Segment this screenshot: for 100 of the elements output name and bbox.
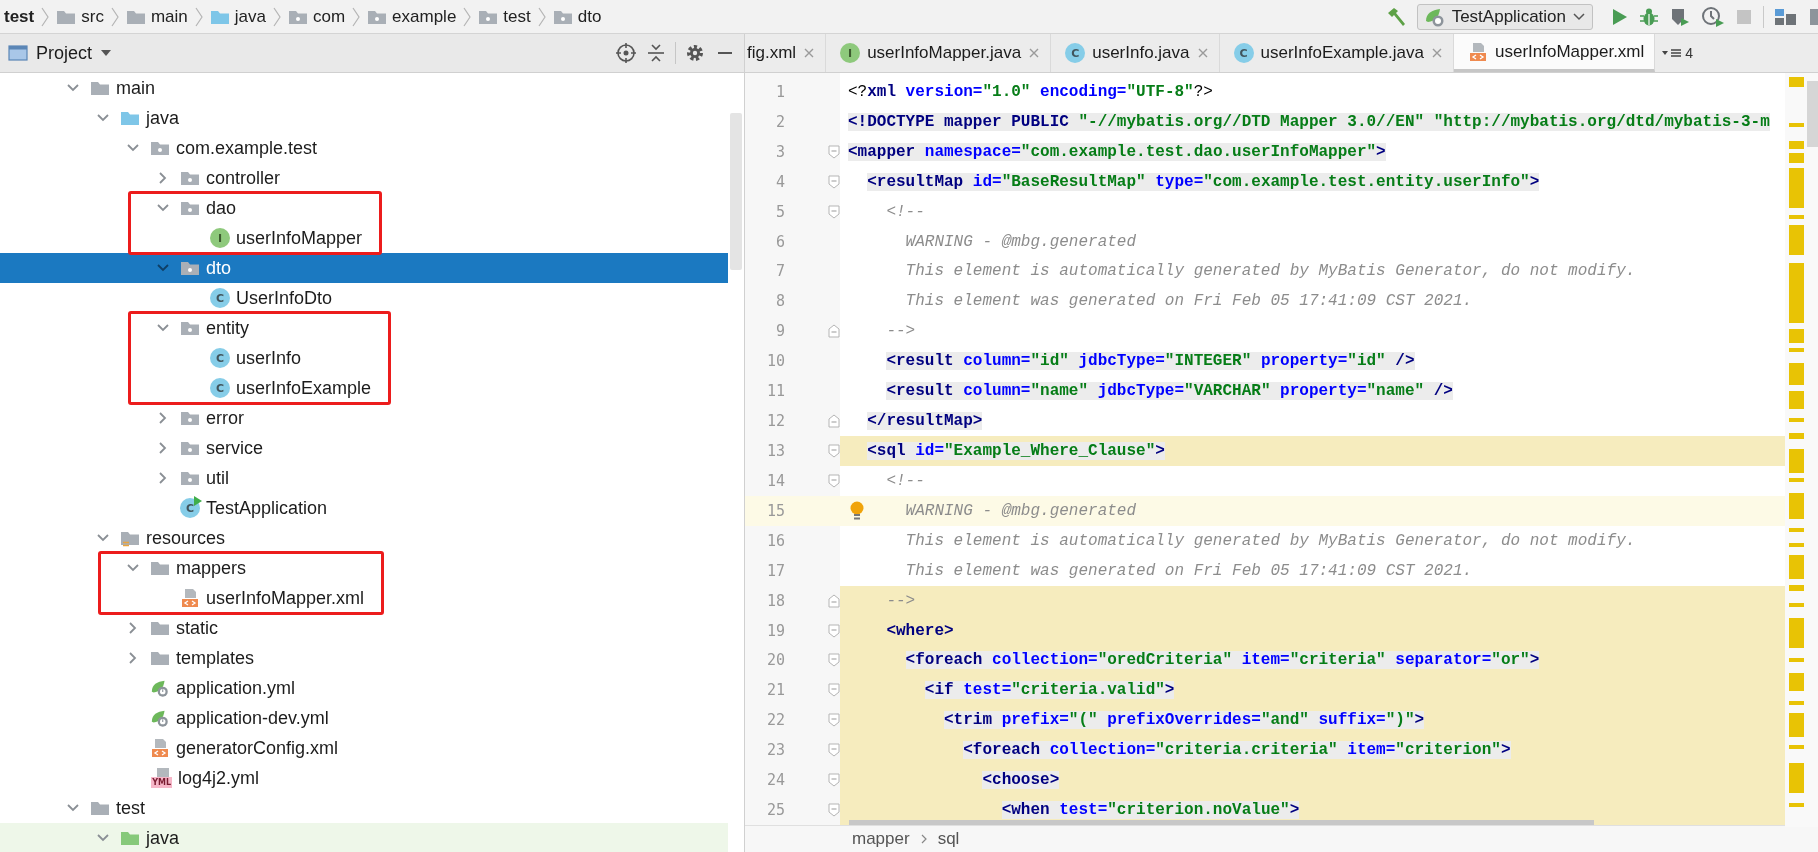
code-line: This element is automatically generated by MyBatis Generator, do not modify. xyxy=(905,262,1636,281)
fold-icon[interactable] xyxy=(828,653,840,668)
line-number: 3 xyxy=(774,142,785,161)
run-configuration-dropdown[interactable]: TestApplication xyxy=(1416,3,1593,30)
interface-icon: I xyxy=(210,228,230,248)
code-line: This element is automatically generated by MyBatis Generator, do not modify. xyxy=(905,531,1636,550)
fold-icon[interactable] xyxy=(828,444,840,458)
close-icon[interactable] xyxy=(1196,47,1209,59)
line-number: 7 xyxy=(774,262,785,281)
tree-item[interactable]: generatorConfig.xml xyxy=(0,733,728,763)
tree-item[interactable]: java xyxy=(0,823,728,852)
xml-file-icon xyxy=(150,738,170,758)
line-number: 11 xyxy=(765,382,785,401)
breadcrumb-item[interactable]: com xyxy=(283,3,350,30)
fold-end-icon[interactable] xyxy=(828,324,840,339)
tree-item[interactable]: C TestApplication xyxy=(0,493,728,523)
code-line: <!-- xyxy=(886,202,925,221)
bug-icon[interactable] xyxy=(1639,6,1659,27)
tree-item[interactable]: application.yml xyxy=(0,673,728,703)
close-icon[interactable] xyxy=(1431,47,1443,59)
interface-icon: I xyxy=(840,43,861,63)
tree-item[interactable]: error xyxy=(0,403,728,433)
clock-run-icon[interactable] xyxy=(1701,5,1725,28)
fold-icon[interactable] xyxy=(828,204,840,219)
tree-item[interactable]: templates xyxy=(0,643,728,673)
line-number: 21 xyxy=(765,681,785,700)
tree-item[interactable]: C userInfoExample xyxy=(0,373,728,403)
line-number: 19 xyxy=(765,621,785,640)
xml-file-icon xyxy=(180,588,200,608)
breadcrumb-item[interactable]: test xyxy=(474,3,535,30)
breadcrumb-item[interactable]: main xyxy=(121,3,192,30)
line-number: 20 xyxy=(765,651,785,670)
fold-icon[interactable] xyxy=(828,473,840,488)
tree-item[interactable]: C UserInfoDto xyxy=(0,283,728,313)
fold-icon[interactable] xyxy=(828,743,840,758)
tree-item[interactable]: static xyxy=(0,613,728,643)
breadcrumb-item[interactable]: src xyxy=(52,3,108,30)
panel-title[interactable]: Project xyxy=(36,42,93,64)
line-number: 13 xyxy=(765,442,785,460)
fold-end-icon[interactable] xyxy=(828,593,840,608)
collapse-icon[interactable] xyxy=(645,42,667,64)
fold-icon[interactable] xyxy=(828,803,840,818)
tree-item[interactable]: application-dev.yml xyxy=(0,703,728,733)
tree-item[interactable]: C userInfo xyxy=(0,343,728,373)
scrollbar-thumb[interactable] xyxy=(730,113,742,270)
tree-item[interactable]: mappers xyxy=(0,553,728,583)
tree-item[interactable]: com.example.test xyxy=(0,133,728,163)
tree-item[interactable]: controller xyxy=(0,163,728,193)
tree-item[interactable]: service xyxy=(0,433,728,463)
spring-file-icon xyxy=(150,678,170,698)
breadcrumb-item[interactable]: mapper xyxy=(852,829,910,849)
fold-icon[interactable] xyxy=(828,713,840,728)
line-number: 15 xyxy=(765,501,785,520)
separator-icon xyxy=(536,5,547,28)
code-line: WARNING - @mbg.generated xyxy=(905,232,1137,251)
tree-item[interactable]: dao xyxy=(0,193,728,223)
line-number: 5 xyxy=(774,202,785,221)
locate-icon[interactable] xyxy=(615,42,637,64)
line-number: 8 xyxy=(774,292,785,311)
tree-item[interactable]: java xyxy=(0,103,728,133)
breadcrumb-item[interactable]: java xyxy=(205,3,270,30)
fold-icon[interactable] xyxy=(828,174,840,189)
breadcrumb-item[interactable]: test xyxy=(0,3,39,30)
editor-tab[interactable]: fig.xml xyxy=(745,34,827,72)
fold-icon[interactable] xyxy=(828,683,840,698)
fold-end-icon[interactable] xyxy=(828,414,840,429)
breadcrumb-item[interactable]: dto xyxy=(548,3,606,30)
line-number: 2 xyxy=(774,112,785,131)
scrollbar-thumb[interactable] xyxy=(849,820,1594,825)
code-line: This element was generated on Fri Feb 05 17:41:09 CST 2021. xyxy=(905,561,1473,580)
shield-run-icon[interactable] xyxy=(1669,6,1691,27)
editor-tab[interactable]: C userInfo.java xyxy=(1051,34,1220,72)
lightbulb-icon[interactable] xyxy=(848,499,866,522)
code-line: --> xyxy=(886,591,916,610)
spring-app-icon xyxy=(1423,6,1446,27)
breadcrumb-item[interactable]: example xyxy=(363,3,461,30)
class-icon: C xyxy=(1065,43,1086,63)
tree-item[interactable]: entity xyxy=(0,313,728,343)
tree-item[interactable]: userInfoMapper.xml xyxy=(0,583,728,613)
close-icon[interactable] xyxy=(1028,47,1041,59)
tree-item[interactable]: util xyxy=(0,463,728,493)
tree-item[interactable]: YML log4j2.yml xyxy=(0,763,728,793)
class-icon: C xyxy=(1233,43,1254,63)
editor-tab[interactable]: userInfoMapper.xml xyxy=(1454,34,1656,72)
tree-item[interactable]: resources xyxy=(0,523,728,553)
tab-list-button[interactable]: 4 xyxy=(1655,34,1700,72)
settings-icon[interactable] xyxy=(684,42,706,64)
close-icon[interactable] xyxy=(803,47,816,59)
code-line: This element was generated on Fri Feb 05 17:41:09 CST 2021. xyxy=(905,292,1473,311)
tree-item[interactable]: main xyxy=(0,73,728,103)
caret-icon[interactable] xyxy=(100,48,113,58)
fold-icon[interactable] xyxy=(828,773,840,788)
tree-item[interactable]: I userInfoMapper xyxy=(0,223,728,253)
tree-item[interactable]: test xyxy=(0,793,728,823)
fold-icon[interactable] xyxy=(828,623,840,638)
breadcrumb-item[interactable]: sql xyxy=(937,829,960,849)
tree-item[interactable]: dto xyxy=(0,253,728,283)
fold-icon[interactable] xyxy=(828,144,840,159)
editor-tab[interactable]: I userInfoMapper.java xyxy=(826,34,1052,72)
line-number: 9 xyxy=(774,322,785,341)
